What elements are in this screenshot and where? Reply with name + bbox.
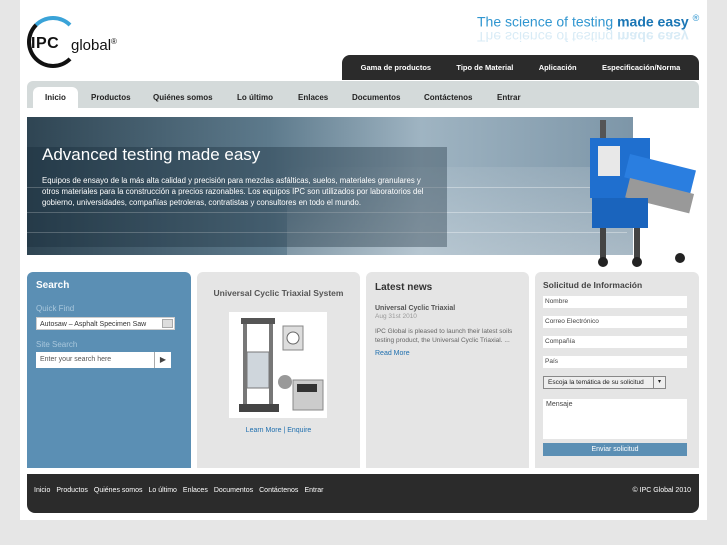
footer-link-entrar[interactable]: Entrar: [304, 487, 323, 494]
page: IPC global® The science of testing made …: [20, 0, 707, 520]
search-title: Search: [36, 280, 70, 291]
search-go-button[interactable]: ▶: [154, 352, 171, 368]
news-item-title[interactable]: Universal Cyclic Triaxial: [375, 305, 520, 312]
top-nav: Gama de productos Tipo de Material Aplic…: [342, 55, 699, 80]
tagline: The science of testing made easy ®: [477, 13, 700, 30]
hero-text: Equipos de ensayo de la más alta calidad…: [42, 176, 424, 208]
tab-inicio[interactable]: Inicio: [33, 87, 78, 108]
logo-ipc-text: IPC: [31, 35, 60, 52]
footer: Inicio Productos Quiénes somos Lo último…: [27, 474, 699, 513]
search-panel: Search Quick Find Autosaw – Asphalt Spec…: [27, 272, 191, 468]
tab-entrar[interactable]: Entrar: [490, 87, 528, 108]
site-search-input[interactable]: Enter your search here: [36, 352, 154, 368]
info-request-panel: Solicitud de Información Nombre Correo E…: [535, 272, 699, 468]
footer-link-inicio[interactable]: Inicio: [34, 487, 50, 494]
tab-contactenos[interactable]: Contáctenos: [417, 87, 479, 108]
main-nav: Inicio Productos Quiénes somos Lo último…: [27, 81, 699, 108]
topic-select[interactable]: Escoja la temática de su solicitud ▾: [543, 376, 666, 389]
tab-documentos[interactable]: Documentos: [345, 87, 407, 108]
footer-link-lo-ultimo[interactable]: Lo último: [149, 487, 177, 494]
enquire-link[interactable]: Enquire: [287, 427, 311, 434]
email-field[interactable]: Correo Electrónico: [543, 316, 687, 328]
company-field[interactable]: Compañía: [543, 336, 687, 348]
read-more-link[interactable]: Read More: [375, 350, 520, 357]
tab-lo-ultimo[interactable]: Lo último: [230, 87, 280, 108]
triaxial-system-image[interactable]: [229, 312, 327, 418]
footer-link-productos[interactable]: Productos: [56, 487, 88, 494]
testing-machine-image: [590, 120, 696, 267]
tab-quienes-somos[interactable]: Quiénes somos: [146, 87, 220, 108]
footer-link-quienes-somos[interactable]: Quiénes somos: [94, 487, 143, 494]
quick-find-select[interactable]: Autosaw – Asphalt Specimen Saw: [36, 317, 175, 330]
footer-links: Inicio Productos Quiénes somos Lo último…: [34, 487, 324, 494]
hero-banner: Advanced testing made easy Equipos de en…: [27, 117, 633, 255]
send-request-button[interactable]: Enviar solicitud: [543, 443, 687, 456]
top-nav-application[interactable]: Aplicación: [539, 63, 577, 72]
country-field[interactable]: País: [543, 356, 687, 368]
logo-global-text: global®: [71, 37, 117, 54]
product-title[interactable]: Universal Cyclic Triaxial System: [197, 288, 360, 298]
top-nav-material-type[interactable]: Tipo de Material: [456, 63, 513, 72]
tab-enlaces[interactable]: Enlaces: [291, 87, 335, 108]
hero-title: Advanced testing made easy: [42, 145, 261, 164]
site-search-label: Site Search: [36, 340, 78, 349]
footer-link-contactenos[interactable]: Contáctenos: [259, 487, 298, 494]
learn-more-link[interactable]: Learn More: [246, 427, 282, 434]
footer-link-enlaces[interactable]: Enlaces: [183, 487, 208, 494]
featured-product-panel: Universal Cyclic Triaxial System Learn M…: [197, 272, 360, 468]
footer-link-documentos[interactable]: Documentos: [214, 487, 253, 494]
dropdown-arrow-icon: [162, 319, 173, 328]
product-links: Learn More | Enquire: [245, 427, 312, 434]
tab-productos[interactable]: Productos: [84, 87, 138, 108]
top-nav-product-range[interactable]: Gama de productos: [361, 63, 431, 72]
news-item-date: Aug 31st 2010: [375, 313, 417, 320]
top-nav-specification[interactable]: Especificación/Norma: [602, 63, 680, 72]
quick-find-label: Quick Find: [36, 304, 75, 313]
news-item-text: IPC Global is pleased to launch their la…: [375, 328, 513, 344]
latest-news-panel: Latest news Universal Cyclic Triaxial Au…: [366, 272, 529, 468]
request-title: Solicitud de Información: [543, 280, 643, 290]
copyright: © IPC Global 2010: [632, 487, 691, 494]
news-title: Latest news: [375, 282, 433, 293]
message-textarea[interactable]: Mensaje: [543, 399, 687, 439]
ipc-logo[interactable]: IPC global®: [27, 16, 167, 72]
chevron-down-icon: ▾: [653, 377, 665, 388]
name-field[interactable]: Nombre: [543, 296, 687, 308]
tagline-reflection: The science of testing made easy: [477, 29, 689, 45]
